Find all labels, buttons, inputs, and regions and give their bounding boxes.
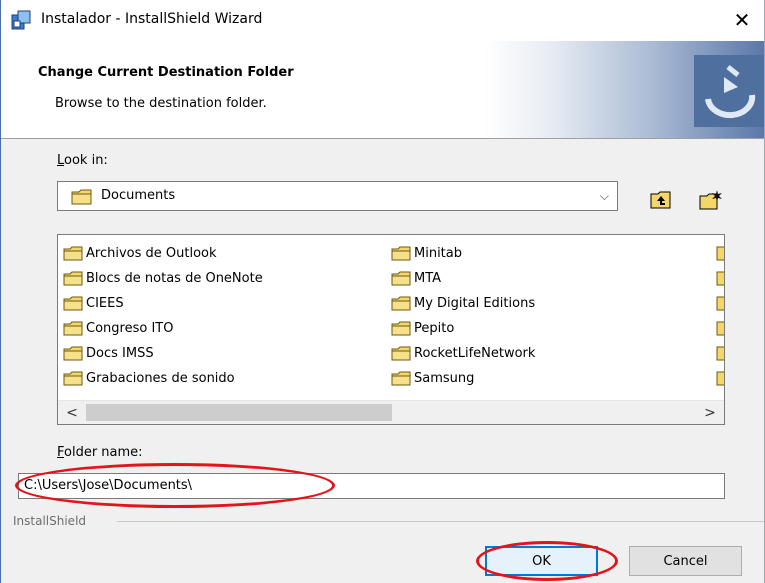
window-title: Instalador - InstallShield Wizard [41, 11, 263, 27]
look-in-label-accesskey: L [57, 153, 65, 168]
folder-name-label-text: older name: [64, 445, 143, 460]
folder-item-label: Pepito [414, 321, 455, 336]
partial-folder-icon [716, 316, 724, 341]
folder-item[interactable]: Blocs de notas de OneNote [63, 266, 263, 291]
chevron-down-icon[interactable]: ⌵ [600, 189, 609, 204]
folder-list[interactable]: Archivos de Outlook Blocs de notas de On… [57, 234, 725, 425]
folder-item-label: MTA [414, 271, 442, 286]
scroll-right-button[interactable]: > [698, 401, 722, 424]
folder-item-label: Samsung [414, 371, 475, 386]
folder-icon [63, 371, 83, 386]
installshield-logo-icon [694, 55, 764, 127]
scrollbar-thumb[interactable] [86, 404, 392, 421]
page-subheading: Browse to the destination folder. [55, 96, 267, 111]
folder-item[interactable]: Samsung [391, 366, 535, 391]
close-icon[interactable]: ✕ [726, 4, 758, 36]
folder-name-label: Folder name: [57, 445, 143, 460]
folder-item-label: Grabaciones de sonido [86, 371, 235, 386]
folder-item[interactable]: Grabaciones de sonido [63, 366, 263, 391]
title-bar[interactable]: Instalador - InstallShield Wizard ✕ [1, 0, 764, 41]
folder-icon [391, 371, 411, 386]
folder-icon [391, 271, 411, 286]
installshield-brand-label: InstallShield [13, 514, 87, 528]
folder-item-label: My Digital Editions [414, 296, 536, 311]
folder-item-label: CIEES [86, 296, 124, 311]
look-in-label-text: ook in: [64, 153, 108, 168]
folder-icon [63, 246, 83, 261]
look-in-label: Look in: [57, 153, 108, 168]
folder-name-label-accesskey: F [57, 445, 65, 460]
folder-icon [63, 321, 83, 336]
partial-folder-icon [716, 366, 724, 391]
page-heading: Change Current Destination Folder [38, 65, 294, 80]
footer-divider [117, 521, 764, 522]
partial-folder-icon [716, 291, 724, 316]
folder-item[interactable]: My Digital Editions [391, 291, 535, 316]
folder-icon [71, 189, 93, 209]
folder-name-input[interactable]: C:\Users\Jose\Documents\ [18, 473, 725, 499]
folder-item[interactable]: Archivos de Outlook [63, 241, 263, 266]
new-folder-button[interactable] [696, 185, 726, 215]
partial-folder-icon [716, 341, 724, 366]
folder-list-column-1: Archivos de Outlook Blocs de notas de On… [63, 241, 263, 391]
cancel-button[interactable]: Cancel [629, 546, 742, 576]
folder-icon [391, 321, 411, 336]
look-in-dropdown[interactable]: Documents ⌵ [57, 181, 618, 211]
folder-item[interactable]: MTA [391, 266, 535, 291]
installer-window: Instalador - InstallShield Wizard ✕ Chan… [0, 0, 765, 583]
folder-up-icon [650, 191, 671, 209]
folder-item-label: Minitab [414, 246, 462, 261]
folder-icon [63, 346, 83, 361]
folder-list-column-3-partial [716, 241, 724, 391]
folder-item[interactable]: RocketLifeNetwork [391, 341, 535, 366]
folder-item-label: Congreso ITO [86, 321, 174, 336]
partial-folder-icon [716, 241, 724, 266]
folder-item[interactable]: Pepito [391, 316, 535, 341]
scroll-left-button[interactable]: < [60, 401, 84, 424]
folder-item-label: Docs IMSS [86, 346, 154, 361]
folder-list-column-2: Minitab MTA My Digital Editions Pepito R… [391, 241, 535, 391]
installer-app-icon [10, 9, 32, 31]
folder-item[interactable]: Docs IMSS [63, 341, 263, 366]
new-folder-icon [699, 190, 722, 210]
up-one-level-button[interactable] [646, 185, 676, 215]
ok-button[interactable]: OK [485, 546, 598, 576]
folder-icon [63, 271, 83, 286]
horizontal-scrollbar[interactable]: < > [58, 400, 724, 424]
look-in-selected-value: Documents [101, 188, 176, 203]
folder-icon [391, 296, 411, 311]
folder-item[interactable]: Congreso ITO [63, 316, 263, 341]
folder-icon [391, 346, 411, 361]
folder-item-label: RocketLifeNetwork [414, 346, 536, 361]
folder-item[interactable]: Minitab [391, 241, 535, 266]
folder-icon [63, 296, 83, 311]
folder-item[interactable]: CIEES [63, 291, 263, 316]
folder-icon [391, 246, 411, 261]
folder-item-label: Blocs de notas de OneNote [86, 271, 263, 286]
partial-folder-icon [716, 266, 724, 291]
wizard-header: Change Current Destination Folder Browse… [1, 41, 764, 139]
folder-item-label: Archivos de Outlook [86, 246, 217, 261]
